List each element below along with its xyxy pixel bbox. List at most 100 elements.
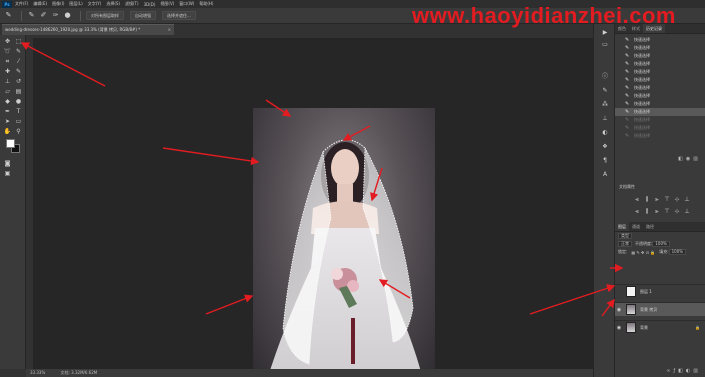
history-item[interactable]: ✎ 快速选择 — [615, 132, 705, 140]
menu-layer[interactable]: 图层(L) — [69, 1, 82, 7]
align-left-icon[interactable]: ⫷ — [633, 196, 641, 204]
history-item[interactable]: ✎ 快速选择 — [615, 92, 705, 100]
move-tool-icon[interactable]: ✥ — [3, 37, 12, 46]
history-item[interactable]: ✎ 快速选择 — [615, 100, 705, 108]
distribute-middle-icon[interactable]: ⊹ — [673, 208, 681, 216]
brush-size-icon[interactable]: ● — [63, 11, 72, 20]
menu-3d[interactable]: 3D(D) — [144, 2, 156, 7]
screen-mode-icon[interactable]: ▣ — [3, 169, 12, 178]
layer-name[interactable]: 背景 拷贝 — [640, 307, 657, 313]
type-tool-icon[interactable]: T — [14, 107, 23, 116]
brush-presets-icon[interactable]: ⁂ — [600, 100, 610, 110]
menu-image[interactable]: 图像(I) — [52, 1, 64, 7]
distribute-top-icon[interactable]: ⊤ — [663, 208, 671, 216]
layer-row[interactable]: ◉ 背景 🔒 — [615, 320, 705, 334]
clone-stamp-tool-icon[interactable]: ⊥ — [3, 77, 12, 86]
close-icon[interactable]: × — [168, 25, 171, 35]
lock-icon[interactable]: 🔒 — [695, 325, 700, 330]
history-item[interactable]: ✎ 快速选择 — [615, 108, 705, 116]
layer-name[interactable]: 图层 1 — [640, 289, 652, 295]
align-middle-icon[interactable]: ⊹ — [673, 196, 681, 204]
brush-tool-icon[interactable]: ✎ — [14, 67, 23, 76]
distribute-bottom-icon[interactable]: ⊥ — [683, 208, 691, 216]
eraser-tool-icon[interactable]: ▱ — [3, 87, 12, 96]
menu-view[interactable]: 视图(V) — [160, 1, 174, 7]
history-item[interactable]: ✎ 快速选择 — [615, 36, 705, 44]
layer-row[interactable]: 图层 1 — [615, 284, 705, 298]
menu-file[interactable]: 文件(F) — [15, 1, 28, 7]
dodge-tool-icon[interactable]: ● — [14, 97, 23, 106]
history-item[interactable]: ✎ 快速选择 — [615, 44, 705, 52]
kind-filter-select[interactable]: 类型 — [618, 233, 632, 239]
history-item[interactable]: ✎ 快速选择 — [615, 124, 705, 132]
adjustments-icon[interactable]: ◐ — [600, 128, 610, 138]
hand-tool-icon[interactable]: ✋ — [3, 127, 12, 136]
menu-filter[interactable]: 滤镜(T) — [125, 1, 139, 7]
quick-selection-tool-icon[interactable]: ✎ — [4, 11, 13, 20]
history-item[interactable]: ✎ 快速选择 — [615, 116, 705, 124]
auto-enhance-checkbox[interactable]: 自动增强 — [130, 11, 156, 20]
blur-tool-icon[interactable]: ◆ — [3, 97, 12, 106]
eye-icon[interactable]: ◉ — [615, 325, 623, 331]
distribute-center-icon[interactable]: ⫼ — [643, 208, 651, 216]
distribute-right-icon[interactable]: ⫸ — [653, 208, 661, 216]
quick-selection-tool-icon[interactable]: ✎ — [14, 47, 23, 56]
brush-add-icon[interactable]: ✐ — [39, 11, 48, 20]
artboard-icon[interactable]: ▭ — [600, 40, 610, 50]
clone-source-icon[interactable]: ⊥ — [600, 114, 610, 124]
history-item[interactable]: ✎ 快速选择 — [615, 76, 705, 84]
fill-input[interactable]: 100% — [668, 249, 687, 255]
history-item[interactable]: ✎ 快速选择 — [615, 68, 705, 76]
layer-name[interactable]: 背景 — [640, 325, 648, 331]
brush-subtract-icon[interactable]: ✑ — [51, 11, 60, 20]
zoom-tool-icon[interactable]: ⚲ — [14, 127, 23, 136]
tab-styles[interactable]: 样式 — [629, 24, 643, 33]
sample-all-layers-checkbox[interactable]: 对所有图层取样 — [86, 11, 124, 20]
info-icon[interactable]: ⓘ — [600, 72, 610, 82]
marquee-tool-icon[interactable]: ⬚ — [14, 37, 23, 46]
align-right-icon[interactable]: ⫸ — [653, 196, 661, 204]
zoom-level[interactable]: 33.33% — [30, 370, 45, 375]
history-item[interactable]: ✎ 快速选择 — [615, 60, 705, 68]
select-and-mask-button[interactable]: 选择并遮住... — [162, 11, 196, 20]
menu-window[interactable]: 窗口(W) — [179, 1, 194, 7]
pen-tool-icon[interactable]: ✒ — [3, 107, 12, 116]
new-snapshot-icon[interactable]: ◧ — [678, 156, 686, 162]
menu-edit[interactable]: 编辑(E) — [33, 1, 47, 7]
blend-mode-select[interactable]: 正常 — [618, 241, 632, 247]
history-brush-tool-icon[interactable]: ↺ — [14, 77, 23, 86]
tab-history[interactable]: 历史记录 — [643, 24, 665, 33]
paragraph-icon[interactable]: ¶ — [600, 156, 610, 166]
eyedropper-tool-icon[interactable]: ⁄ — [14, 57, 23, 66]
lock-icons[interactable]: ▦ ✎ ✥ ⊡ 🔒 — [631, 250, 655, 255]
crop-tool-icon[interactable]: ⌗ — [3, 57, 12, 66]
play-icon[interactable]: ▶ — [600, 28, 610, 38]
align-top-icon[interactable]: ⊤ — [663, 196, 671, 204]
brush-settings-icon[interactable]: ✎ — [600, 86, 610, 96]
bride-photo[interactable] — [253, 108, 435, 377]
rectangle-tool-icon[interactable]: ▭ — [14, 117, 23, 126]
history-item[interactable]: ✎ 快速选择 — [615, 84, 705, 92]
foreground-color-swatch[interactable] — [6, 139, 15, 148]
align-bottom-icon[interactable]: ⊥ — [683, 196, 691, 204]
tab-color[interactable]: 颜色 — [615, 24, 629, 33]
character-icon[interactable]: A — [600, 170, 610, 180]
healing-brush-tool-icon[interactable]: ✚ — [3, 67, 12, 76]
gradient-tool-icon[interactable]: ▤ — [14, 87, 23, 96]
styles-icon[interactable]: ❖ — [600, 142, 610, 152]
menu-type[interactable]: 文字(Y) — [88, 1, 102, 7]
tab-channels[interactable]: 通道 — [629, 222, 643, 231]
lasso-tool-icon[interactable]: ➰ — [3, 47, 12, 56]
layer-row[interactable]: ◉ 背景 拷贝 — [615, 302, 705, 316]
eye-icon[interactable]: ◉ — [615, 307, 623, 313]
path-selection-tool-icon[interactable]: ➤ — [3, 117, 12, 126]
brush-icon[interactable]: ✎ — [27, 11, 36, 20]
history-item[interactable]: ✎ 快速选择 — [615, 52, 705, 60]
trash-icon[interactable]: ▥ — [693, 156, 701, 162]
canvas-area[interactable] — [33, 38, 593, 377]
menu-select[interactable]: 选择(S) — [106, 1, 120, 7]
tab-paths[interactable]: 路径 — [643, 222, 657, 231]
distribute-left-icon[interactable]: ⫷ — [633, 208, 641, 216]
document-tab[interactable]: wedding-dresses-1486260_1920.jpg @ 33.3%… — [2, 24, 174, 35]
tab-layers[interactable]: 图层 — [615, 222, 629, 231]
